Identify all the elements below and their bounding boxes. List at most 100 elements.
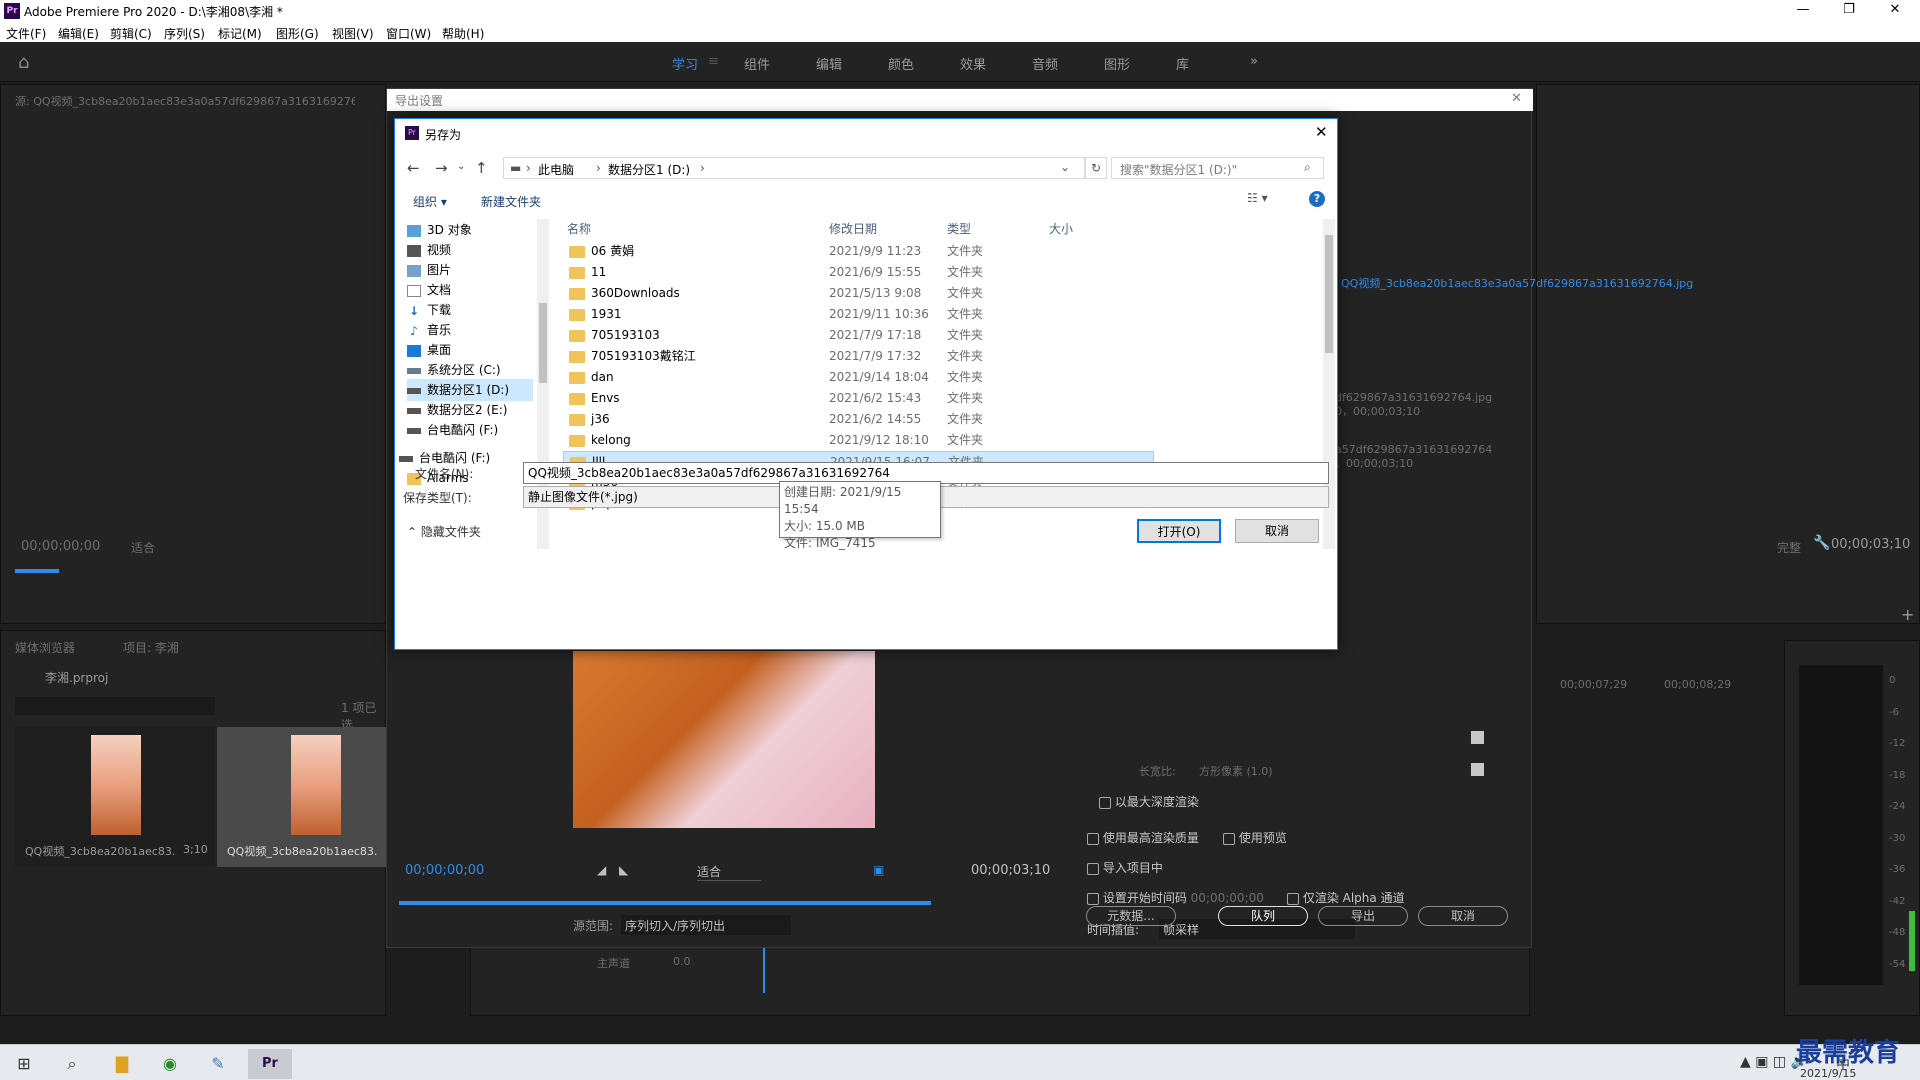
tab-project[interactable]: 项目: 李湘 (123, 639, 179, 656)
file-row[interactable]: 705193103 2021/7/9 17:18 文件夹 (563, 325, 1154, 346)
refresh-icon[interactable]: ↻ (1085, 157, 1107, 179)
max-quality-row[interactable]: 使用最高渲染质量 (1087, 829, 1199, 846)
open-button[interactable]: 打开(O) (1137, 519, 1221, 543)
app-icon[interactable]: ✎ (196, 1049, 240, 1079)
output-name-link[interactable]: QQ视频_3cb8ea20b1aec83e3a0a57df629867a3163… (1341, 275, 1693, 291)
workspace-effects[interactable]: 效果 (960, 54, 986, 73)
tree-music[interactable]: ♪ 音乐 (407, 319, 533, 341)
address-dropdown-icon[interactable]: ⌄ (1060, 160, 1070, 174)
file-row[interactable]: dan 2021/9/14 18:04 文件夹 (563, 367, 1154, 388)
start-timecode-row[interactable]: 设置开始时间码 00;00;00;00 (1087, 889, 1264, 906)
checkbox-match-aspect[interactable] (1471, 763, 1484, 776)
column-size[interactable]: 大小 (1049, 219, 1073, 239)
export-cancel-button[interactable]: 取消 (1418, 906, 1508, 926)
workspace-learn[interactable]: 学习 (672, 54, 698, 73)
file-row[interactable]: Envs 2021/6/2 15:43 文件夹 (563, 388, 1154, 409)
project-item-1[interactable]: QQ视频_3cb8ea20b1aec83... 3;10 (15, 727, 215, 867)
tree-drive-d[interactable]: 数据分区1 (D:) (407, 379, 533, 401)
export-close-icon[interactable]: ✕ (1511, 91, 1522, 106)
file-row[interactable]: 06 黄娟 2021/9/9 11:23 文件夹 (563, 241, 1154, 262)
search-input[interactable]: 搜索"数据分区1 (D:)" ⌕ (1111, 157, 1324, 179)
file-row[interactable]: 1931 2021/9/11 10:36 文件夹 (563, 304, 1154, 325)
menu-marker[interactable]: 标记(M) (218, 25, 262, 42)
menu-edit[interactable]: 编辑(E) (58, 25, 99, 42)
file-row[interactable]: 11 2021/6/9 15:55 文件夹 (563, 262, 1154, 283)
tab-media-browser[interactable]: 媒体浏览器 (15, 639, 75, 656)
windows-start-icon[interactable]: ⊞ (2, 1049, 46, 1079)
source-playhead-bar[interactable] (15, 569, 59, 573)
project-item-2[interactable]: QQ视频_3cb8ea20b1aec83... (217, 727, 387, 867)
more-workspaces-icon[interactable]: » (1250, 54, 1258, 69)
tree-pictures[interactable]: 图片 (407, 259, 533, 281)
column-type[interactable]: 类型 (947, 219, 971, 239)
new-folder-button[interactable]: 新建文件夹 (481, 193, 541, 210)
breadcrumb-this-pc[interactable]: 此电脑 (538, 161, 574, 178)
tree-drive-c[interactable]: 系统分区 (C:) (407, 359, 533, 381)
breadcrumb-drive-d[interactable]: 数据分区1 (D:) (608, 161, 690, 178)
alpha-only-row[interactable]: 仅渲染 Alpha 通道 (1287, 889, 1405, 906)
tree-videos[interactable]: 视频 (407, 239, 533, 261)
file-row[interactable]: kelong 2021/9/12 18:10 文件夹 (563, 430, 1154, 451)
column-name[interactable]: 名称 (567, 219, 591, 239)
workspace-editing[interactable]: 编辑 (816, 54, 842, 73)
tree-documents[interactable]: 文档 (407, 279, 533, 301)
home-icon[interactable]: ⌂ (18, 52, 29, 73)
menu-graphics[interactable]: 图形(G) (276, 25, 319, 42)
menu-help[interactable]: 帮助(H) (442, 25, 484, 42)
program-quality-select[interactable]: 完整 (1777, 539, 1801, 556)
tree-desktop[interactable]: 桌面 (407, 339, 533, 361)
organize-button[interactable]: 组织 ▾ (413, 193, 447, 210)
workspace-graphics[interactable]: 图形 (1104, 54, 1130, 73)
list-scroll-thumb[interactable] (1325, 235, 1333, 353)
menu-sequence[interactable]: 序列(S) (164, 25, 205, 42)
address-bar[interactable]: ▬ › 此电脑 › 数据分区1 (D:) › ⌄ (503, 157, 1085, 179)
menu-file[interactable]: 文件(F) (6, 25, 46, 42)
workspace-menu-icon[interactable]: ≡ (708, 54, 719, 69)
mark-in-icon[interactable]: ◢ (597, 863, 606, 877)
workspace-assembly[interactable]: 组件 (744, 54, 770, 73)
aspect-toggle-icon[interactable]: ▣ (873, 863, 884, 877)
preview-range-bar[interactable] (399, 901, 931, 905)
save-as-close-icon[interactable]: ✕ (1315, 123, 1328, 141)
file-explorer-icon[interactable]: ▇ (100, 1049, 144, 1079)
export-button[interactable]: 导出 (1318, 906, 1408, 926)
use-preview-row[interactable]: 使用预览 (1223, 829, 1287, 846)
file-row[interactable]: 705193103戴铭江 2021/7/9 17:32 文件夹 (563, 346, 1154, 367)
minimize-button[interactable]: — (1780, 0, 1826, 22)
max-depth-row[interactable]: 以最大深度渲染 (1099, 793, 1199, 810)
wrench-icon[interactable]: 🔧 (1813, 535, 1830, 551)
recent-dropdown-icon[interactable]: ⌄ (457, 161, 465, 172)
close-button[interactable]: ✕ (1872, 0, 1918, 22)
metadata-button[interactable]: 元数据... (1086, 906, 1176, 926)
timeline-playhead[interactable] (763, 941, 765, 993)
forward-arrow-icon[interactable]: → (435, 159, 448, 177)
checkbox-match-source[interactable] (1471, 731, 1484, 744)
queue-button[interactable]: 队列 (1218, 906, 1308, 926)
workspace-audio[interactable]: 音频 (1032, 54, 1058, 73)
file-row[interactable]: 360Downloads 2021/5/13 9:08 文件夹 (563, 283, 1154, 304)
workspace-libraries[interactable]: 库 (1176, 54, 1189, 73)
add-button-icon[interactable]: + (1901, 605, 1914, 624)
aspect-select[interactable]: 方形像素 (1.0) (1199, 763, 1273, 779)
source-fit-select[interactable]: 适合 (131, 539, 155, 556)
hide-folders-toggle[interactable]: ⌃ 隐藏文件夹 (407, 523, 481, 540)
tree-drive-f[interactable]: 台电酷闪 (F:) (407, 419, 533, 441)
premiere-taskbar-icon[interactable]: Pr (248, 1049, 292, 1079)
chrome-icon[interactable]: ◉ (148, 1049, 192, 1079)
up-arrow-icon[interactable]: ↑ (475, 159, 488, 177)
back-arrow-icon[interactable]: ← (407, 159, 420, 177)
view-options-icon[interactable]: ☷ ▾ (1247, 191, 1268, 205)
mark-out-icon[interactable]: ◣ (619, 863, 628, 877)
menu-clip[interactable]: 剪辑(C) (110, 25, 152, 42)
tree-scroll-thumb[interactable] (539, 303, 547, 383)
save-as-cancel-button[interactable]: 取消 (1235, 519, 1319, 543)
tree-drive-e[interactable]: 数据分区2 (E:) (407, 399, 533, 421)
help-icon[interactable]: ? (1309, 191, 1325, 207)
column-date[interactable]: 修改日期 (829, 219, 877, 239)
menu-view[interactable]: 视图(V) (332, 25, 374, 42)
search-taskbar-icon[interactable]: ⌕ (50, 1049, 94, 1079)
tree-downloads[interactable]: ↓ 下载 (407, 299, 533, 321)
menu-window[interactable]: 窗口(W) (386, 25, 431, 42)
project-search-input[interactable] (15, 697, 215, 715)
workspace-color[interactable]: 颜色 (888, 54, 914, 73)
